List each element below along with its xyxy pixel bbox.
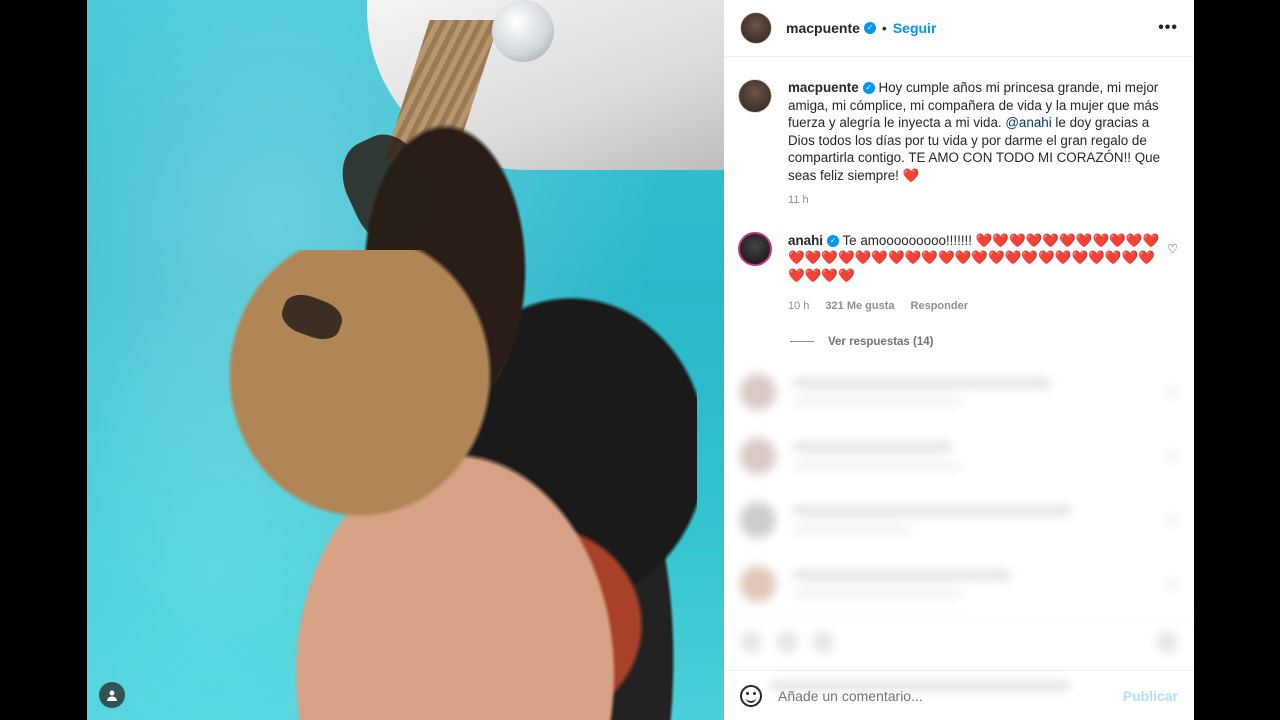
- list-item: [724, 424, 1194, 488]
- verified-badge-icon: ✓: [863, 22, 876, 34]
- caption-username[interactable]: macpuente: [788, 80, 859, 95]
- view-replies-button[interactable]: Ver respuestas (14): [790, 336, 1194, 348]
- comment-text: Te amooooooooo!!!!!!!: [842, 232, 976, 248]
- add-comment-bar: Publicar: [724, 670, 1194, 720]
- comment-item: anahi ✓ Te amooooooooo!!!!!!! ❤️❤️❤️❤️❤️❤…: [724, 210, 1194, 316]
- publish-button[interactable]: Publicar: [1123, 688, 1178, 704]
- post-side-panel: macpuente ✓ • Seguir ••• macpuente ✓ Hoy …: [724, 0, 1194, 720]
- heart-emoji: ❤️: [902, 167, 920, 183]
- blurred-comments: [724, 360, 1194, 704]
- verified-badge-icon: ✓: [826, 234, 839, 247]
- list-item: [724, 552, 1194, 616]
- post-header: macpuente ✓ • Seguir •••: [724, 0, 1194, 57]
- view-replies-label: Ver respuestas (14): [828, 335, 934, 348]
- reply-button[interactable]: Responder: [911, 298, 968, 316]
- avatar[interactable]: [738, 231, 772, 266]
- heart-outline-icon[interactable]: ♡: [1167, 242, 1178, 256]
- more-options-icon[interactable]: •••: [1158, 19, 1178, 37]
- list-item: [724, 360, 1194, 424]
- post-caption: macpuente ✓ Hoy cumple años mi princesa g…: [724, 57, 1194, 210]
- comment-username[interactable]: anahi: [788, 233, 823, 248]
- person-blonde-hair: [147, 250, 707, 720]
- follow-button[interactable]: Seguir: [893, 20, 937, 36]
- post-photo[interactable]: [87, 0, 724, 720]
- replies-divider: [790, 341, 814, 342]
- user-tag-icon[interactable]: [99, 682, 125, 708]
- emoji-icon[interactable]: [740, 684, 762, 707]
- verified-badge-icon: ✓: [862, 82, 875, 95]
- boat-light: [492, 0, 554, 62]
- header-username[interactable]: macpuente: [786, 20, 860, 36]
- list-item: [724, 488, 1194, 552]
- dot-separator: •: [881, 20, 887, 36]
- comment-timestamp[interactable]: 10 h: [788, 298, 809, 316]
- avatar[interactable]: [738, 79, 772, 113]
- comment-input[interactable]: [778, 687, 1123, 704]
- avatar[interactable]: [740, 12, 772, 44]
- comment-likes[interactable]: 321 Me gusta: [825, 298, 894, 316]
- comment-meta: 10 h 321 Me gusta Responder: [788, 298, 1168, 316]
- mention-link[interactable]: @anahi: [1005, 115, 1051, 130]
- actions-bar: [724, 615, 1194, 668]
- caption-timestamp[interactable]: 11 h: [788, 192, 1168, 210]
